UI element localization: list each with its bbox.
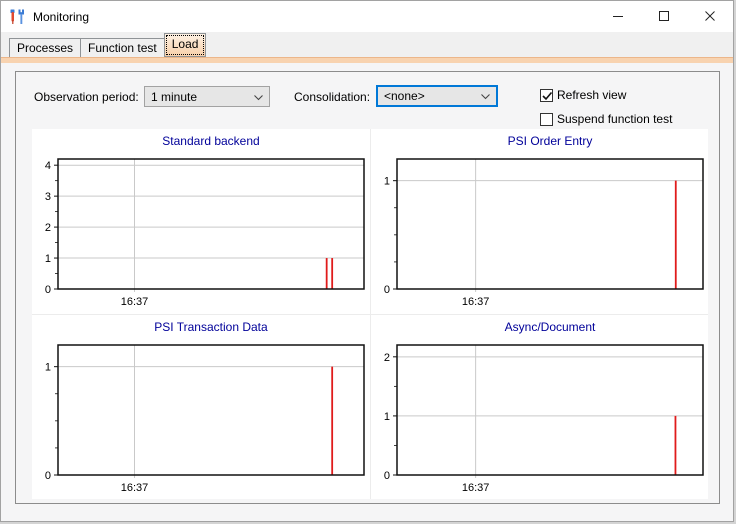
chevron-down-icon xyxy=(254,95,263,101)
svg-text:PSI Transaction Data: PSI Transaction Data xyxy=(154,320,268,334)
tab-page-accent-band xyxy=(1,57,733,63)
minimize-icon xyxy=(613,11,623,21)
tab-load[interactable]: Load xyxy=(164,33,207,57)
svg-text:16:37: 16:37 xyxy=(461,482,489,494)
maximize-icon xyxy=(659,11,669,21)
minimize-button[interactable] xyxy=(595,1,641,31)
async-document-chart: 0 1 2 16:37 Async/Document xyxy=(371,315,709,500)
close-button[interactable] xyxy=(687,1,733,31)
svg-text:1: 1 xyxy=(45,361,51,373)
svg-text:16:37: 16:37 xyxy=(121,296,149,308)
suspend-function-test-checkbox[interactable] xyxy=(540,113,553,126)
svg-text:0: 0 xyxy=(383,284,389,296)
consolidation-select[interactable]: <none> xyxy=(376,85,498,107)
svg-text:Async/Document: Async/Document xyxy=(504,320,595,334)
load-group-box: Observation period: 1 minute Consolidati… xyxy=(15,71,720,504)
observation-period-select[interactable]: 1 minute xyxy=(144,86,270,107)
app-tools-icon xyxy=(9,9,25,25)
consolidation-value: <none> xyxy=(384,89,425,103)
svg-text:Standard backend: Standard backend xyxy=(162,134,259,148)
close-icon xyxy=(705,11,715,21)
standard-backend-chart: 0 1 2 3 4 16:37 Standard backend xyxy=(32,129,370,314)
tab-strip: ProcessesFunction testLoad xyxy=(1,32,733,57)
check-icon xyxy=(541,91,554,102)
tab-function-test[interactable]: Function test xyxy=(80,38,165,59)
title-bar: Monitoring xyxy=(1,1,733,32)
svg-text:4: 4 xyxy=(45,160,51,172)
chart-cell-async-document: 0 1 2 16:37 Async/Document xyxy=(371,315,709,500)
psi-order-entry-chart: 0 1 16:37 PSI Order Entry xyxy=(371,129,709,314)
refresh-view-checkbox-row[interactable]: Refresh view xyxy=(540,88,626,102)
chevron-down-icon xyxy=(481,94,490,100)
svg-text:16:37: 16:37 xyxy=(121,482,149,494)
maximize-button[interactable] xyxy=(641,1,687,31)
refresh-view-checkbox[interactable] xyxy=(540,89,553,102)
svg-text:0: 0 xyxy=(45,284,51,296)
monitoring-window: Monitoring ProcessesFunction xyxy=(0,0,734,522)
svg-text:1: 1 xyxy=(383,176,389,188)
chart-cell-standard-backend: 0 1 2 3 4 16:37 Standard backend xyxy=(32,129,370,314)
svg-text:1: 1 xyxy=(383,410,389,422)
chart-cell-psi-transaction-data: 0 1 16:37 PSI Transaction Data xyxy=(32,315,370,500)
tab-processes[interactable]: Processes xyxy=(9,38,81,59)
svg-text:2: 2 xyxy=(45,222,51,234)
refresh-view-label: Refresh view xyxy=(557,88,626,102)
observation-period-label: Observation period: xyxy=(34,90,139,104)
svg-text:16:37: 16:37 xyxy=(461,296,489,308)
suspend-function-test-label: Suspend function test xyxy=(557,112,672,126)
svg-text:2: 2 xyxy=(383,351,389,363)
svg-text:0: 0 xyxy=(383,470,389,482)
consolidation-label: Consolidation: xyxy=(294,90,370,104)
svg-text:PSI Order Entry: PSI Order Entry xyxy=(507,134,592,148)
window-title: Monitoring xyxy=(33,10,89,24)
suspend-function-test-checkbox-row[interactable]: Suspend function test xyxy=(540,112,672,126)
svg-text:3: 3 xyxy=(45,191,51,203)
psi-transaction-data-chart: 0 1 16:37 PSI Transaction Data xyxy=(32,315,370,500)
svg-text:0: 0 xyxy=(45,470,51,482)
observation-period-value: 1 minute xyxy=(151,90,197,104)
svg-text:1: 1 xyxy=(45,253,51,265)
chart-grid: 0 1 2 3 4 16:37 Standard backend 0 1 16:37 PSI Or… xyxy=(32,129,708,499)
chart-cell-psi-order-entry: 0 1 16:37 PSI Order Entry xyxy=(371,129,709,314)
